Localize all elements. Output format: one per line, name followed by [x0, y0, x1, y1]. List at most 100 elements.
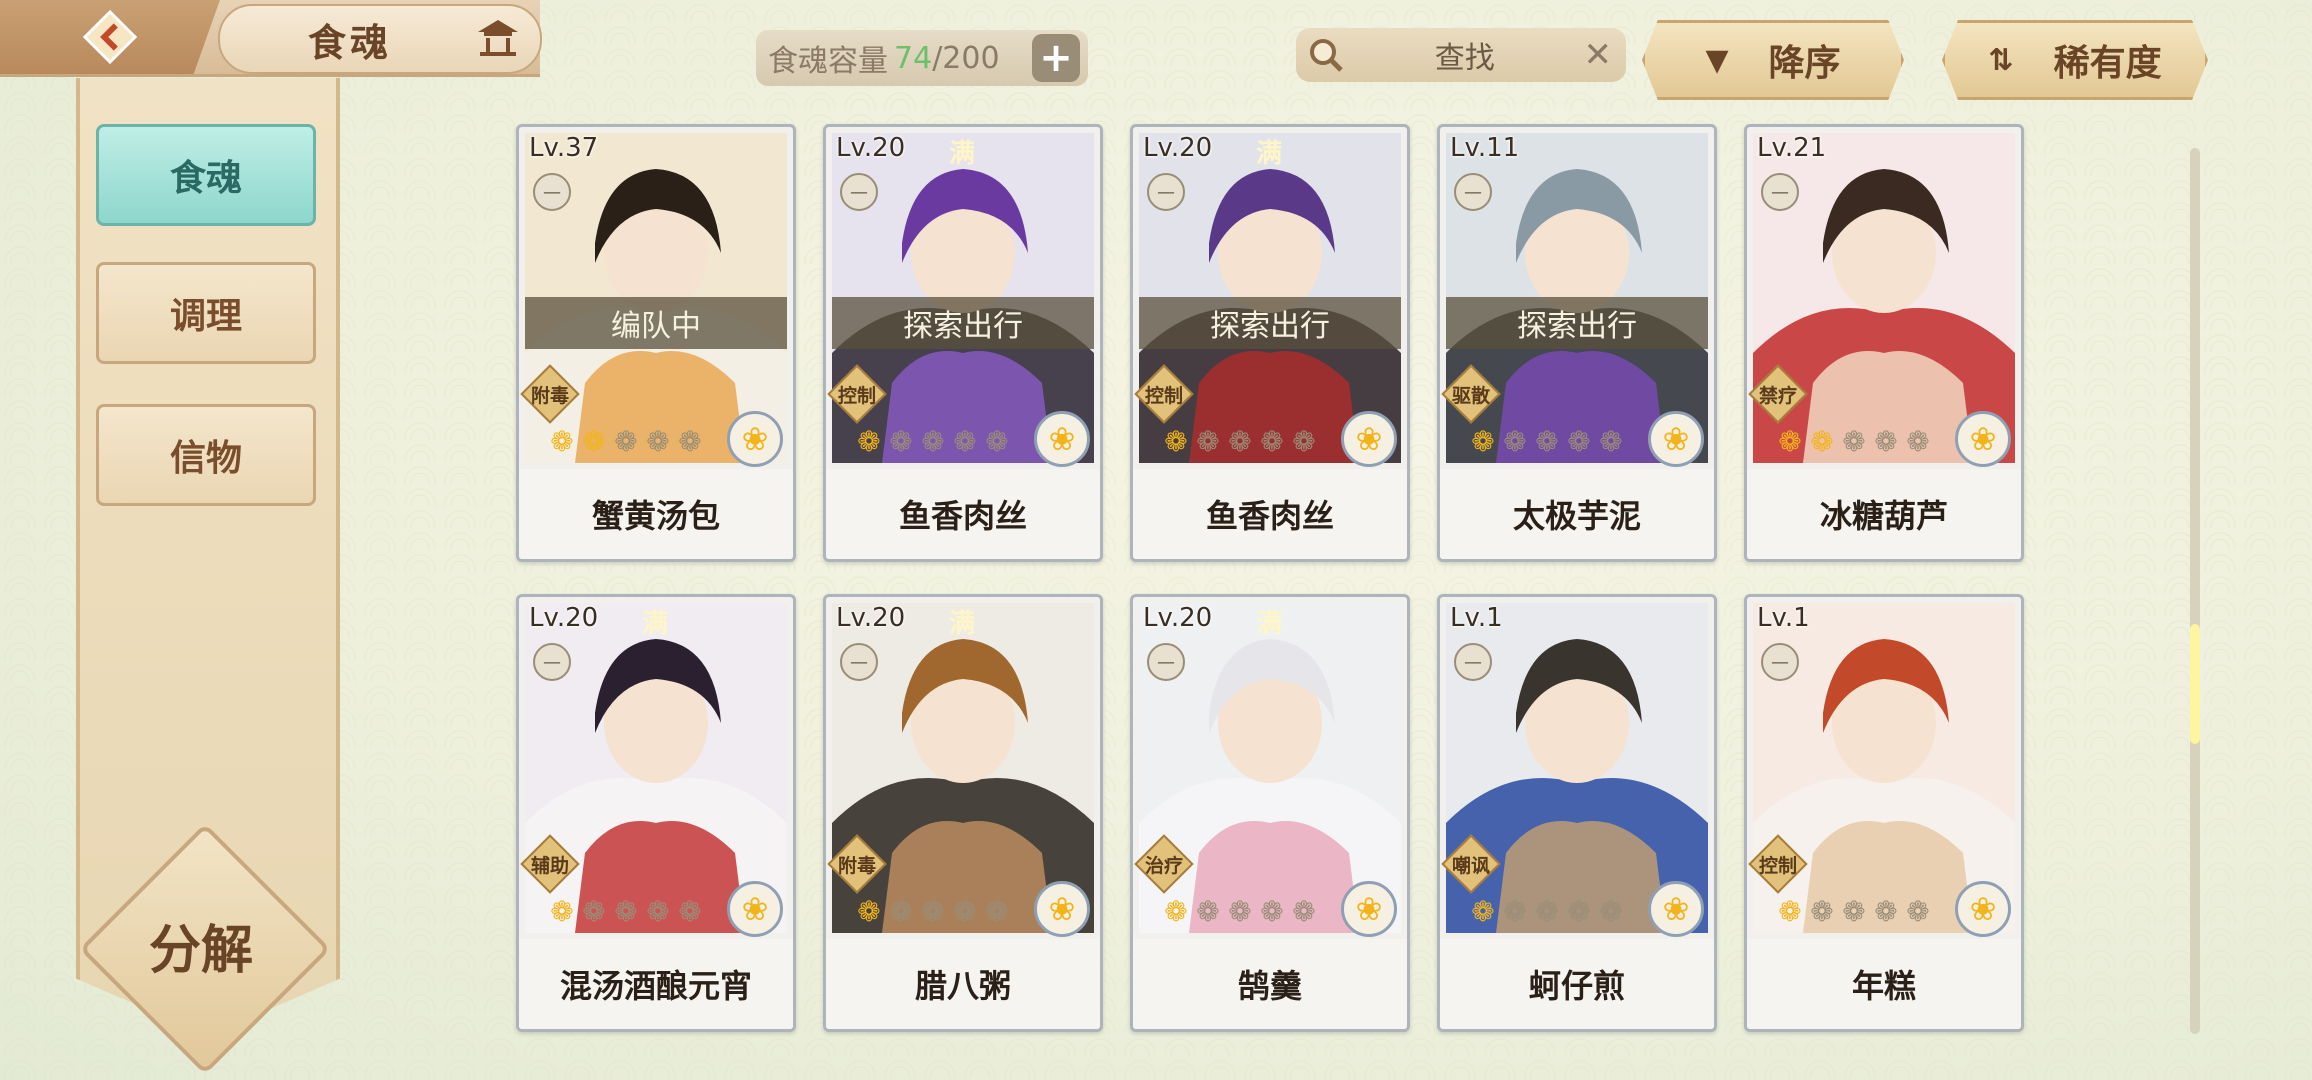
flame-star-icon: ❁ — [985, 425, 1009, 458]
role-badge: 附毒 — [828, 835, 886, 893]
lock-icon[interactable]: — — [1761, 173, 1799, 211]
flame-star-icon: ❁ — [1292, 425, 1316, 458]
foodsoul-card[interactable]: Lv.20 满 — 附毒 ❁ ❁ ❁ ❁ ❁ ❀ 腊八粥 — [823, 594, 1103, 1032]
star-rating: ❁ ❁ ❁ ❁ ❁ — [854, 897, 1012, 927]
flower-icon: ❀ — [1034, 411, 1090, 467]
flower-icon: ❀ — [1955, 411, 2011, 467]
flower-icon: ❀ — [1034, 881, 1090, 937]
level-label: Lv.20 — [1143, 603, 1213, 633]
role-badge: 辅助 — [521, 835, 579, 893]
lock-icon[interactable]: — — [840, 173, 878, 211]
flower-icon: ❀ — [727, 881, 783, 937]
level-label: Lv.1 — [1757, 603, 1810, 633]
flame-star-icon: ❁ — [1906, 425, 1930, 458]
pavilion-icon[interactable] — [474, 14, 522, 62]
flame-star-icon: ❁ — [1228, 895, 1252, 928]
max-badge: 满 — [1245, 127, 1293, 175]
role-badge: 控制 — [1749, 835, 1807, 893]
back-button[interactable] — [0, 0, 220, 74]
card-name: 蟹黄汤包 — [519, 469, 793, 559]
scrollbar-track[interactable] — [2190, 148, 2200, 1034]
search-clear-button[interactable]: ✕ — [1584, 35, 1613, 75]
flame-star-icon: ❁ — [1260, 895, 1284, 928]
swap-arrows-icon: ⇅ — [1988, 42, 2014, 78]
level-label: Lv.20 — [1143, 133, 1213, 163]
level-label: Lv.21 — [1757, 133, 1827, 163]
sidebar-tab-label: 食魂 — [169, 157, 242, 199]
lock-icon[interactable]: — — [1147, 173, 1185, 211]
role-badge: 嘲讽 — [1442, 835, 1500, 893]
flame-star-icon: ❁ — [1196, 895, 1220, 928]
flame-star-icon: ❁ — [1810, 895, 1834, 928]
capacity-display: 食魂容量 74 /200 + — [756, 30, 1088, 86]
star-rating: ❁ ❁ ❁ ❁ ❁ — [854, 427, 1012, 457]
flame-star-icon: ❁ — [1567, 895, 1591, 928]
card-name: 混汤酒酿元宵 — [519, 939, 793, 1029]
flame-star-icon: ❁ — [1471, 425, 1495, 458]
foodsoul-card[interactable]: Lv.37— 编队中 附毒 ❁ ❁ ❁ ❁ ❁ ❀ 蟹黄汤包 — [516, 124, 796, 562]
flame-star-icon: ❁ — [1599, 895, 1623, 928]
flame-star-icon: ❁ — [857, 425, 881, 458]
sidebar-tab-label: 调理 — [169, 295, 242, 337]
lock-icon[interactable]: — — [1147, 643, 1185, 681]
star-rating: ❁ ❁ ❁ ❁ ❁ — [1161, 897, 1319, 927]
foodsoul-card[interactable]: Lv.1— 嘲讽 ❁ ❁ ❁ ❁ ❁ ❀ 蚵仔煎 — [1437, 594, 1717, 1032]
max-badge: 满 — [938, 127, 986, 175]
flame-star-icon: ❁ — [1164, 895, 1188, 928]
status-banner: 探索出行 — [1139, 297, 1401, 349]
sidebar-tab-foodsoul[interactable]: 食魂 — [96, 124, 316, 226]
lock-icon[interactable]: — — [1761, 643, 1799, 681]
search-placeholder: 查找 — [1434, 41, 1495, 76]
sidebar-tab-conditioning[interactable]: 调理 — [96, 262, 316, 364]
scrollbar-thumb[interactable] — [2190, 624, 2200, 744]
flame-star-icon: ❁ — [646, 425, 670, 458]
flame-star-icon: ❁ — [582, 425, 606, 458]
card-name: 蚵仔煎 — [1440, 939, 1714, 1029]
back-arrow-icon — [82, 9, 138, 65]
foodsoul-card[interactable]: Lv.20 满 — 探索出行 控制 ❁ ❁ ❁ ❁ ❁ ❀ 鱼香肉丝 — [823, 124, 1103, 562]
sort-key-button[interactable]: ⇅ 稀有度 — [1942, 20, 2208, 100]
foodsoul-card[interactable]: Lv.1— 控制 ❁ ❁ ❁ ❁ ❁ ❀ 年糕 — [1744, 594, 2024, 1032]
flame-star-icon: ❁ — [889, 895, 913, 928]
flame-star-icon: ❁ — [953, 895, 977, 928]
foodsoul-card[interactable]: Lv.21— 禁疗 ❁ ❁ ❁ ❁ ❁ ❀ 冰糖葫芦 — [1744, 124, 2024, 562]
lock-icon[interactable]: — — [1454, 643, 1492, 681]
flame-star-icon: ❁ — [550, 895, 574, 928]
card-name: 腊八粥 — [826, 939, 1100, 1029]
lock-icon[interactable]: — — [840, 643, 878, 681]
flame-star-icon: ❁ — [550, 425, 574, 458]
card-name: 鱼香肉丝 — [826, 469, 1100, 559]
flame-star-icon: ❁ — [1842, 895, 1866, 928]
lock-icon[interactable]: — — [1454, 173, 1492, 211]
search-input[interactable]: 查找 ✕ — [1296, 28, 1626, 82]
flame-star-icon: ❁ — [1196, 425, 1220, 458]
max-badge: 满 — [938, 597, 986, 645]
flame-star-icon: ❁ — [1535, 425, 1559, 458]
foodsoul-card[interactable]: Lv.20 满 — 辅助 ❁ ❁ ❁ ❁ ❁ ❀ 混汤酒酿元宵 — [516, 594, 796, 1032]
flame-star-icon: ❁ — [582, 895, 606, 928]
sidebar-tab-token[interactable]: 信物 — [96, 404, 316, 506]
flower-icon: ❀ — [1341, 881, 1397, 937]
sort-order-button[interactable]: ▼ 降序 — [1642, 20, 1904, 100]
lock-icon[interactable]: — — [533, 643, 571, 681]
lock-icon[interactable]: — — [533, 173, 571, 211]
foodsoul-card[interactable]: Lv.20 满 — 探索出行 控制 ❁ ❁ ❁ ❁ ❁ ❀ 鱼香肉丝 — [1130, 124, 1410, 562]
foodsoul-card[interactable]: Lv.11— 探索出行 驱散 ❁ ❁ ❁ ❁ ❁ ❀ 太极芋泥 — [1437, 124, 1717, 562]
role-badge: 附毒 — [521, 365, 579, 423]
flame-star-icon: ❁ — [614, 895, 638, 928]
flame-star-icon: ❁ — [614, 425, 638, 458]
capacity-current: 74 — [894, 40, 933, 76]
flame-star-icon: ❁ — [1874, 895, 1898, 928]
status-banner: 编队中 — [525, 297, 787, 349]
capacity-add-button[interactable]: + — [1032, 34, 1080, 82]
role-badge: 控制 — [1135, 365, 1193, 423]
sort-order-label: 降序 — [1768, 43, 1841, 84]
foodsoul-card[interactable]: Lv.20 满 — 治疗 ❁ ❁ ❁ ❁ ❁ ❀ 鹄羹 — [1130, 594, 1410, 1032]
flame-star-icon: ❁ — [1906, 895, 1930, 928]
flame-star-icon: ❁ — [678, 425, 702, 458]
role-badge: 驱散 — [1442, 365, 1500, 423]
level-label: Lv.1 — [1450, 603, 1503, 633]
page-title: 食魂 — [307, 19, 392, 65]
level-label: Lv.20 — [836, 603, 906, 633]
flame-star-icon: ❁ — [921, 425, 945, 458]
